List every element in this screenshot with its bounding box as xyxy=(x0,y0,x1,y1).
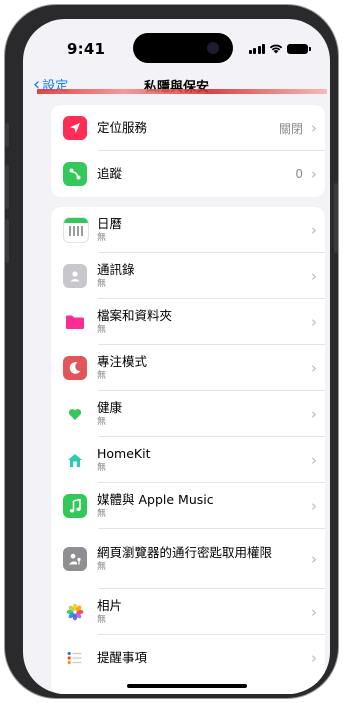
camera-icon xyxy=(207,42,219,54)
chevron-right-icon: › xyxy=(311,405,317,423)
row-subtitle: 無 xyxy=(97,233,107,243)
render-artifact xyxy=(37,89,327,94)
row-subtitle: 無 xyxy=(97,562,107,572)
row-subtitle: 無 xyxy=(97,279,107,289)
chevron-right-icon: › xyxy=(311,649,317,667)
row-focus[interactable]: 專注模式 無 › xyxy=(51,345,325,391)
row-tracking[interactable]: 追蹤 0 › xyxy=(51,151,325,197)
dynamic-island xyxy=(133,33,233,63)
row-label: 定位服務 xyxy=(97,120,148,135)
passkey-icon xyxy=(63,547,87,571)
row-subtitle: 無 xyxy=(97,615,107,625)
location-tracking-group: 定位服務 關閉 › 追蹤 0 › xyxy=(51,105,325,197)
phone-frame: 9:41 ‹ 設定 私隱與保安 定位服務 關閉 › 追蹤 0 › 日曆 無 › … xyxy=(4,4,339,699)
row-calendar[interactable]: 日曆 無 › xyxy=(51,207,325,253)
row-location-services[interactable]: 定位服務 關閉 › xyxy=(51,105,325,151)
chevron-right-icon: › xyxy=(311,221,317,239)
chevron-right-icon: › xyxy=(311,165,317,183)
contacts-icon xyxy=(63,264,87,288)
chevron-right-icon: › xyxy=(311,497,317,515)
reminders-icon xyxy=(63,646,87,670)
row-label: 提醒事項 xyxy=(97,650,148,665)
battery-icon xyxy=(287,43,311,54)
row-value: 關閉 xyxy=(278,121,303,136)
music-note-icon xyxy=(63,494,87,518)
row-label: 健康 xyxy=(97,400,123,415)
row-homekit[interactable]: HomeKit 無 › xyxy=(51,437,325,483)
row-photos[interactable]: 相片 無 › xyxy=(51,589,325,635)
chevron-right-icon: › xyxy=(311,313,317,331)
row-label: 日曆 xyxy=(97,216,123,231)
row-files-folders[interactable]: 檔案和資料夾 無 › xyxy=(51,299,325,345)
volume-up-button xyxy=(5,165,9,209)
row-reminders[interactable]: 提醒事項 › xyxy=(51,635,325,681)
side-button xyxy=(334,183,338,253)
row-label: 專注模式 xyxy=(97,354,148,369)
home-icon xyxy=(63,448,87,472)
photos-icon xyxy=(63,600,87,624)
chevron-right-icon: › xyxy=(311,359,317,377)
row-media-apple-music[interactable]: 媒體與 Apple Music 無 › xyxy=(51,483,325,529)
app-permissions-group: 日曆 無 › 通訊錄 無 › 檔案和資料夾 無 › 專注模式 無 › 健康 無 … xyxy=(51,207,325,694)
status-bar: 9:41 xyxy=(23,19,330,69)
status-icons xyxy=(248,43,311,54)
row-subtitle: 無 xyxy=(97,463,107,473)
heart-icon xyxy=(63,402,87,426)
row-subtitle: 無 xyxy=(97,371,107,381)
row-label: 檔案和資料夾 xyxy=(97,308,173,323)
chevron-right-icon: › xyxy=(311,550,317,568)
tracking-icon xyxy=(63,162,87,186)
row-subtitle: 無 xyxy=(97,325,107,335)
status-time: 9:41 xyxy=(67,40,106,58)
volume-down-button xyxy=(5,219,9,263)
row-subtitle: 無 xyxy=(97,417,107,427)
row-label: HomeKit xyxy=(97,446,151,461)
chevron-right-icon: › xyxy=(311,451,317,469)
row-browser-passkeys[interactable]: 網頁瀏覽器的通行密匙取用權限 無 › xyxy=(51,529,325,589)
moon-icon xyxy=(63,356,87,380)
location-arrow-icon xyxy=(63,116,87,140)
folder-icon xyxy=(63,310,87,334)
row-label: 通訊錄 xyxy=(97,262,135,277)
row-label: 媒體與 Apple Music xyxy=(97,492,214,507)
home-indicator[interactable] xyxy=(127,684,247,688)
chevron-right-icon: › xyxy=(311,267,317,285)
screen: 9:41 ‹ 設定 私隱與保安 定位服務 關閉 › 追蹤 0 › 日曆 無 › … xyxy=(23,19,330,694)
row-value: 0 xyxy=(295,167,303,181)
row-subtitle: 無 xyxy=(97,509,107,519)
row-contacts[interactable]: 通訊錄 無 › xyxy=(51,253,325,299)
navigation-bar: ‹ 設定 私隱與保安 xyxy=(23,71,330,99)
row-label: 相片 xyxy=(97,598,123,613)
wifi-icon xyxy=(269,44,283,54)
row-label: 追蹤 xyxy=(97,166,123,181)
signal-icon xyxy=(248,43,265,54)
row-label: 網頁瀏覽器的通行密匙取用權限 xyxy=(97,545,273,560)
row-health[interactable]: 健康 無 › xyxy=(51,391,325,437)
chevron-right-icon: › xyxy=(311,119,317,137)
action-button xyxy=(5,123,9,147)
calendar-icon xyxy=(63,217,89,243)
chevron-right-icon: › xyxy=(311,603,317,621)
